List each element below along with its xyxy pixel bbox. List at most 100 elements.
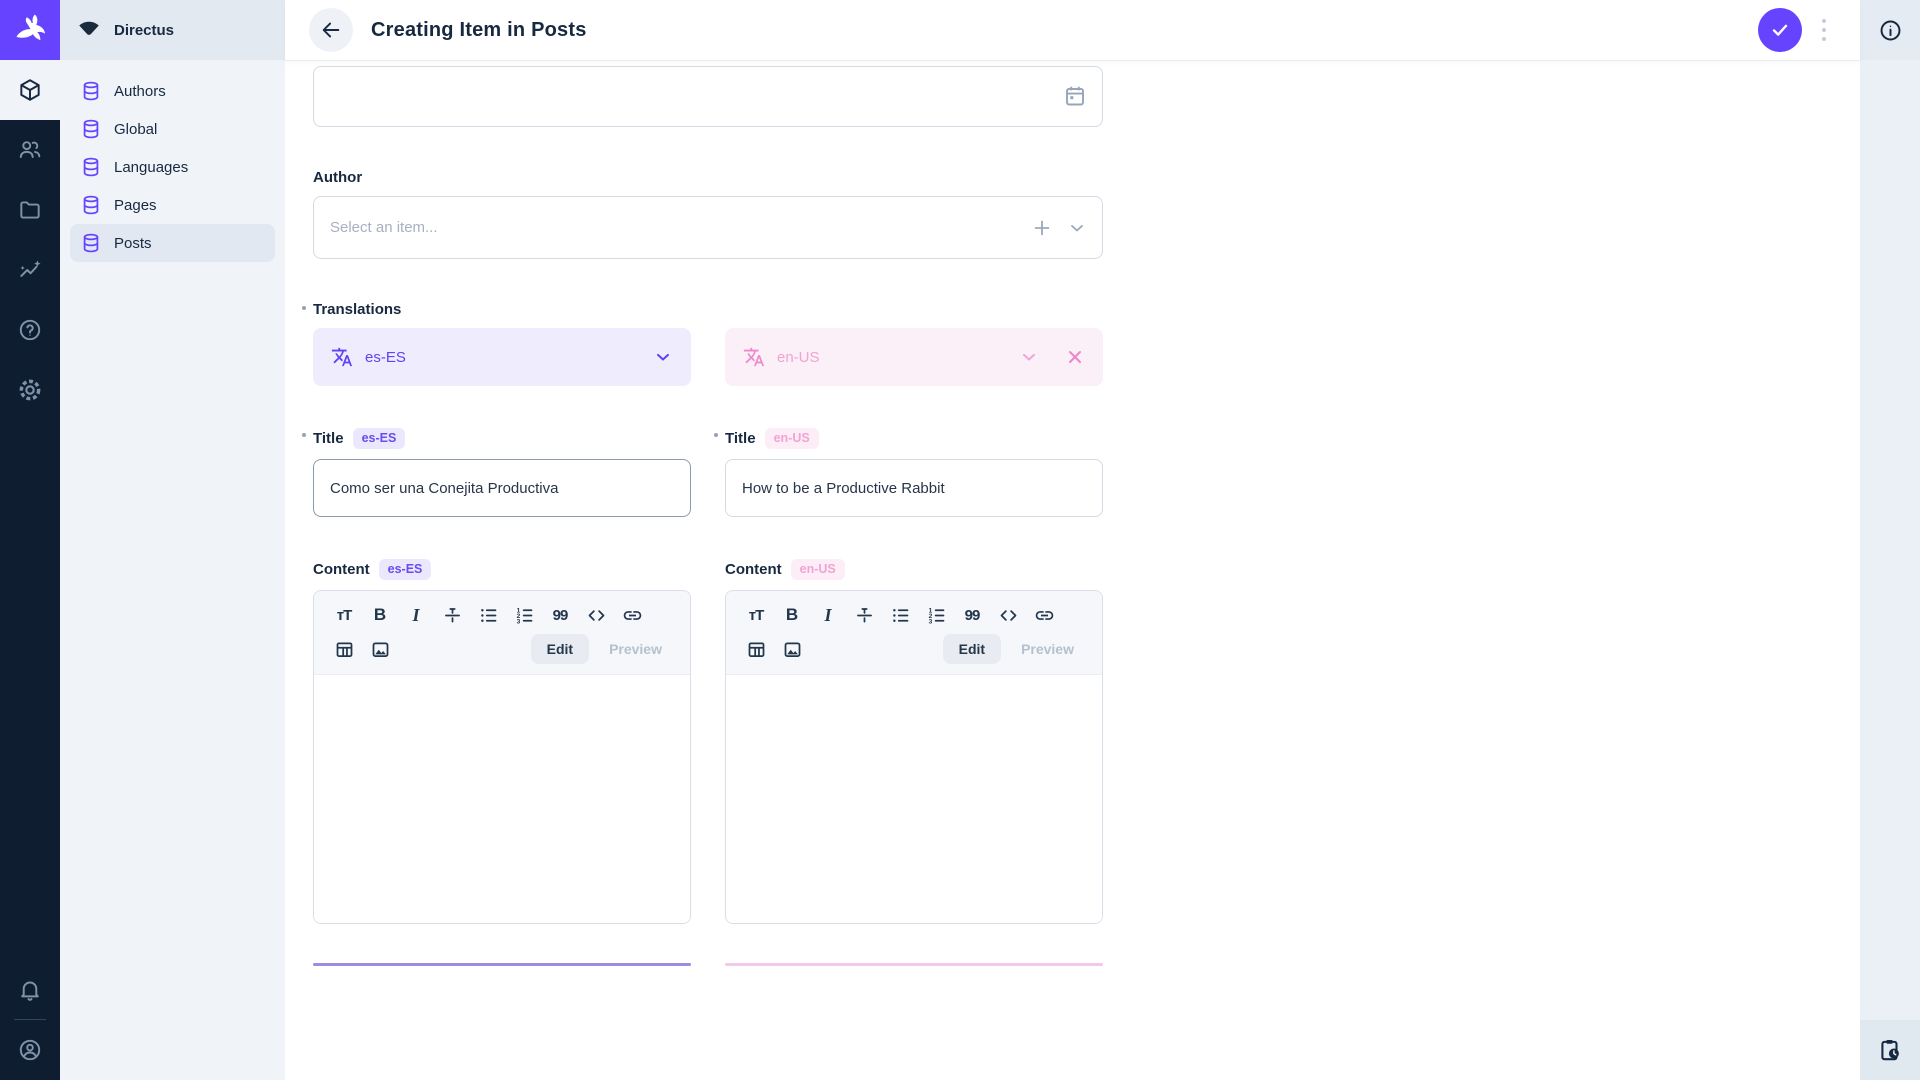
module-content[interactable]	[0, 60, 60, 120]
right-sidebar	[1860, 0, 1920, 1080]
main-area: Creating Item in Posts	[285, 0, 1860, 1080]
notifications-button[interactable]	[0, 959, 60, 1019]
lang-badge-es: es-ES	[353, 428, 406, 449]
sidebar-item-posts[interactable]: Posts	[70, 224, 275, 262]
image-button[interactable]	[774, 634, 810, 664]
content-label-en: Content en-US	[725, 559, 1103, 580]
sidebar-item-label: Authors	[114, 83, 166, 100]
lang-badge-es: es-ES	[379, 559, 432, 580]
bold-button[interactable]: B	[774, 600, 810, 630]
folder-icon	[17, 197, 43, 223]
arrow-left-icon	[320, 19, 342, 41]
edit-mode-button[interactable]: Edit	[943, 634, 1001, 664]
help-icon	[17, 317, 43, 343]
sidebar-item-label: Languages	[114, 159, 188, 176]
page-header: Creating Item in Posts	[285, 0, 1860, 60]
blockquote-button[interactable]: 99	[542, 600, 578, 630]
directus-logo[interactable]	[0, 0, 60, 60]
calendar-icon[interactable]	[1063, 84, 1087, 113]
sidebar-item-label: Global	[114, 121, 157, 138]
strikethrough-button[interactable]	[434, 600, 470, 630]
translate-icon	[331, 346, 353, 368]
chevron-down-icon[interactable]	[1067, 218, 1087, 238]
numbered-list-button[interactable]: 123	[506, 600, 542, 630]
sidebar-item-authors[interactable]: Authors	[70, 72, 275, 110]
bullet-list-button[interactable]	[470, 600, 506, 630]
preview-mode-button[interactable]: Preview	[1005, 634, 1090, 664]
code-button[interactable]	[990, 600, 1026, 630]
title-label-en: Title en-US	[725, 428, 1103, 449]
required-dot	[302, 433, 306, 437]
edit-mode-button[interactable]: Edit	[531, 634, 589, 664]
database-icon	[80, 118, 102, 140]
save-button[interactable]	[1758, 8, 1802, 52]
project-bar[interactable]: Directus	[60, 0, 285, 60]
author-select-input[interactable]	[313, 196, 1103, 259]
content-textarea-es[interactable]	[314, 675, 690, 923]
sidebar-item-languages[interactable]: Languages	[70, 148, 275, 186]
numbered-list-button[interactable]: 123	[918, 600, 954, 630]
module-insights[interactable]	[0, 240, 60, 300]
lang-badge-en: en-US	[765, 428, 819, 449]
image-button[interactable]	[362, 634, 398, 664]
bell-icon	[17, 976, 43, 1002]
add-item-icon[interactable]	[1031, 217, 1053, 239]
close-icon[interactable]	[1065, 347, 1085, 367]
check-icon	[1769, 19, 1791, 41]
text-size-button[interactable]: тT	[326, 600, 362, 630]
sidebar-item-pages[interactable]: Pages	[70, 186, 275, 224]
svg-text:3: 3	[928, 618, 932, 625]
title-input-en[interactable]	[725, 459, 1103, 517]
more-vert-icon	[1821, 17, 1827, 43]
strikethrough-button[interactable]	[846, 600, 882, 630]
table-button[interactable]	[738, 634, 774, 664]
module-bar	[0, 0, 60, 1080]
bullet-list-button[interactable]	[882, 600, 918, 630]
text-size-button[interactable]: тT	[738, 600, 774, 630]
date-input[interactable]	[313, 66, 1103, 127]
table-button[interactable]	[326, 634, 362, 664]
editor-toolbar: тT B I 123 99	[314, 591, 690, 675]
chevron-down-icon[interactable]	[1019, 347, 1039, 367]
code-button[interactable]	[578, 600, 614, 630]
blockquote-button[interactable]: 99	[954, 600, 990, 630]
italic-button[interactable]: I	[810, 600, 846, 630]
sidebar-item-global[interactable]: Global	[70, 110, 275, 148]
link-button[interactable]	[1026, 600, 1062, 630]
markdown-editor-en: тT B I 123 99	[725, 590, 1103, 924]
module-documentation[interactable]	[0, 300, 60, 360]
info-panel-button[interactable]	[1860, 0, 1920, 60]
insights-icon	[17, 257, 43, 283]
back-button[interactable]	[309, 8, 353, 52]
chevron-down-icon[interactable]	[653, 347, 673, 367]
module-settings[interactable]	[0, 360, 60, 420]
account-button[interactable]	[0, 1020, 60, 1080]
project-name: Directus	[114, 22, 174, 39]
translate-icon	[743, 346, 765, 368]
project-cloud-icon	[76, 17, 102, 43]
gear-icon	[17, 377, 43, 403]
lang-badge-en: en-US	[791, 559, 845, 580]
more-options-button[interactable]	[1812, 10, 1836, 50]
module-file-library[interactable]	[0, 180, 60, 240]
account-icon	[17, 1037, 43, 1063]
language-select-secondary[interactable]: en-US	[725, 328, 1103, 386]
language-select-primary[interactable]: es-ES	[313, 328, 691, 386]
author-label: Author	[313, 169, 1103, 186]
next-field-edge-es	[313, 963, 691, 966]
revisions-panel-button[interactable]	[1860, 1020, 1920, 1080]
italic-button[interactable]: I	[398, 600, 434, 630]
markdown-editor-es: тT B I 123 99	[313, 590, 691, 924]
module-user-directory[interactable]	[0, 120, 60, 180]
users-icon	[17, 137, 43, 163]
box-icon	[17, 77, 43, 103]
bold-button[interactable]: B	[362, 600, 398, 630]
translations-label: Translations	[313, 301, 1103, 318]
database-icon	[80, 156, 102, 178]
content-textarea-en[interactable]	[726, 675, 1102, 923]
title-input-es[interactable]	[313, 459, 691, 517]
preview-mode-button[interactable]: Preview	[593, 634, 678, 664]
page-title: Creating Item in Posts	[371, 19, 587, 42]
link-button[interactable]	[614, 600, 650, 630]
revisions-icon	[1877, 1037, 1903, 1063]
